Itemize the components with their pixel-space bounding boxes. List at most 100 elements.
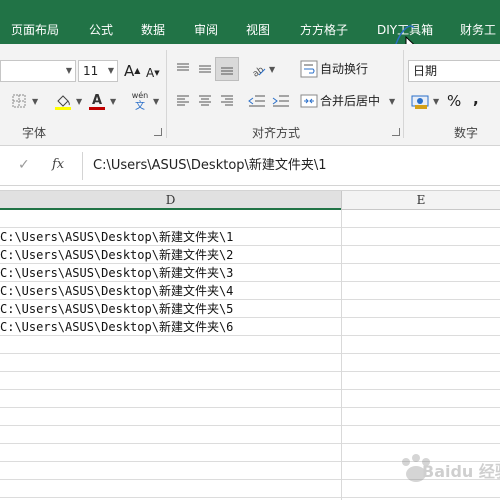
- table-row: [0, 372, 500, 390]
- font-group-label: 字体: [22, 126, 47, 140]
- align-center-button[interactable]: [194, 90, 216, 112]
- tab-fangfang-gezi[interactable]: 方方格子: [300, 16, 348, 44]
- cell-d[interactable]: C:\Users\ASUS\Desktop\新建文件夹\4: [0, 283, 341, 299]
- align-left-icon: [177, 95, 189, 106]
- tab-view[interactable]: 视图: [246, 16, 270, 44]
- svg-text:A: A: [92, 93, 102, 108]
- font-size-combo[interactable]: 11 ▼: [78, 60, 118, 82]
- tab-page-layout[interactable]: 页面布局: [11, 16, 59, 44]
- gridline-vertical: [341, 210, 342, 500]
- cell-d[interactable]: C:\Users\ASUS\Desktop\新建文件夹\3: [0, 265, 341, 281]
- chevron-down-icon[interactable]: ▼: [433, 97, 439, 106]
- number-format-combo[interactable]: 日期: [408, 60, 500, 82]
- wrap-text-icon: [300, 60, 318, 78]
- borders-icon: [12, 94, 26, 108]
- up-arrow-icon: ▲: [134, 66, 141, 75]
- align-middle-icon: [199, 65, 211, 73]
- chevron-down-icon[interactable]: ▼: [32, 97, 38, 106]
- align-top-icon: [177, 63, 189, 71]
- ribbon-divider: [166, 50, 167, 138]
- formula-controls: ✓ fx: [0, 152, 80, 180]
- comma-style-button[interactable]: ,: [473, 88, 479, 110]
- accounting-format-button[interactable]: [410, 90, 432, 112]
- align-top-button[interactable]: [172, 58, 194, 80]
- align-bottom-button[interactable]: [215, 57, 239, 81]
- phonetic-guide-icon: wén文: [132, 90, 149, 111]
- svg-text:ab: ab: [251, 65, 266, 78]
- chevron-down-icon[interactable]: ▼: [269, 65, 275, 74]
- enter-checkmark-icon[interactable]: ✓: [18, 157, 30, 173]
- increase-indent-icon: [272, 95, 289, 107]
- cell-d-value: C:\Users\ASUS\Desktop\新建文件夹\2: [0, 248, 234, 262]
- title-bar: [0, 0, 500, 16]
- accounting-format-icon: [411, 95, 429, 109]
- table-row: [0, 408, 500, 426]
- font-color-icon: A: [89, 93, 105, 110]
- tab-formulas[interactable]: 公式: [89, 16, 113, 44]
- table-row: C:\Users\ASUS\Desktop\新建文件夹\5: [0, 300, 500, 318]
- formula-input[interactable]: C:\Users\ASUS\Desktop\新建文件夹\1: [82, 152, 500, 180]
- table-row: [0, 390, 500, 408]
- merge-center-button[interactable]: 合并后居中: [320, 90, 380, 112]
- cell-d-value: C:\Users\ASUS\Desktop\新建文件夹\3: [0, 266, 234, 280]
- svg-text:wén: wén: [132, 90, 149, 100]
- merge-center-icon-wrap[interactable]: [298, 90, 320, 112]
- svg-text:文: 文: [135, 99, 145, 111]
- column-header-d[interactable]: D: [0, 191, 341, 210]
- alignment-dialog-launcher-icon[interactable]: [392, 128, 400, 136]
- table-row: [0, 336, 500, 354]
- cell-d-value: C:\Users\ASUS\Desktop\新建文件夹\4: [0, 284, 234, 298]
- chevron-down-icon: ▼: [107, 66, 114, 75]
- fill-color-button[interactable]: [52, 90, 74, 112]
- align-right-button[interactable]: [216, 90, 238, 112]
- cell-d[interactable]: C:\Users\ASUS\Desktop\新建文件夹\6: [0, 319, 341, 335]
- tab-data[interactable]: 数据: [141, 16, 165, 44]
- alignment-group-label: 对齐方式: [252, 126, 301, 140]
- align-center-icon: [199, 95, 211, 106]
- decrease-indent-button[interactable]: [246, 90, 268, 112]
- merge-center-icon: [300, 94, 318, 108]
- font-dialog-launcher-icon[interactable]: [154, 128, 162, 136]
- align-left-button[interactable]: [172, 90, 194, 112]
- table-row: C:\Users\ASUS\Desktop\新建文件夹\4: [0, 282, 500, 300]
- column-header-e[interactable]: E: [342, 191, 500, 210]
- chevron-down-icon: ▼: [65, 66, 72, 75]
- text-orientation-icon: ab: [251, 65, 266, 78]
- down-arrow-icon: ▼: [154, 69, 160, 77]
- insert-function-button[interactable]: fx: [52, 157, 64, 172]
- wrap-text-icon-wrap[interactable]: [298, 58, 320, 80]
- phonetic-guide-button[interactable]: wén 文: [128, 89, 152, 111]
- align-middle-button[interactable]: [194, 58, 216, 80]
- table-row: [0, 354, 500, 372]
- percent-style-button[interactable]: %: [447, 90, 461, 112]
- table-row: C:\Users\ASUS\Desktop\新建文件夹\3: [0, 264, 500, 282]
- cell-d[interactable]: C:\Users\ASUS\Desktop\新建文件夹\1: [0, 229, 341, 245]
- baidu-watermark: Baidu 经验: [392, 448, 500, 488]
- table-row: C:\Users\ASUS\Desktop\新建文件夹\6: [0, 318, 500, 336]
- tab-review[interactable]: 审阅: [194, 16, 218, 44]
- ribbon: ▼ 11 ▼ A▲ A▼ ▼ ▼ A ▼ wén 文 ▼ 字体 ab ▼ 自动换行: [0, 44, 500, 146]
- column-header-bar: D E: [0, 190, 500, 210]
- chevron-down-icon[interactable]: ▼: [389, 97, 395, 106]
- table-row: [0, 426, 500, 444]
- chevron-down-icon[interactable]: ▼: [76, 97, 82, 106]
- chevron-down-icon[interactable]: ▼: [153, 97, 159, 106]
- decrease-indent-icon: [248, 95, 265, 107]
- formula-bar: ✓ fx C:\Users\ASUS\Desktop\新建文件夹\1: [0, 146, 500, 186]
- cell-d[interactable]: C:\Users\ASUS\Desktop\新建文件夹\2: [0, 247, 341, 263]
- chevron-down-icon[interactable]: ▼: [110, 97, 116, 106]
- cell-d[interactable]: C:\Users\ASUS\Desktop\新建文件夹\5: [0, 301, 341, 317]
- font-name-combo[interactable]: ▼: [0, 60, 76, 82]
- table-row: [0, 210, 500, 228]
- table-row: C:\Users\ASUS\Desktop\新建文件夹\2: [0, 246, 500, 264]
- font-color-button[interactable]: A: [86, 90, 108, 112]
- paint-bucket-icon: [55, 95, 71, 110]
- grow-font-button[interactable]: A▲: [124, 60, 140, 82]
- borders-button[interactable]: [8, 90, 30, 112]
- align-bottom-icon: [221, 67, 233, 75]
- shrink-font-button[interactable]: A▼: [146, 62, 160, 84]
- orientation-button[interactable]: ab: [247, 58, 269, 80]
- wrap-text-button[interactable]: 自动换行: [320, 58, 368, 80]
- increase-indent-button[interactable]: [270, 90, 292, 112]
- tab-finance-tools[interactable]: 财务工: [460, 16, 496, 44]
